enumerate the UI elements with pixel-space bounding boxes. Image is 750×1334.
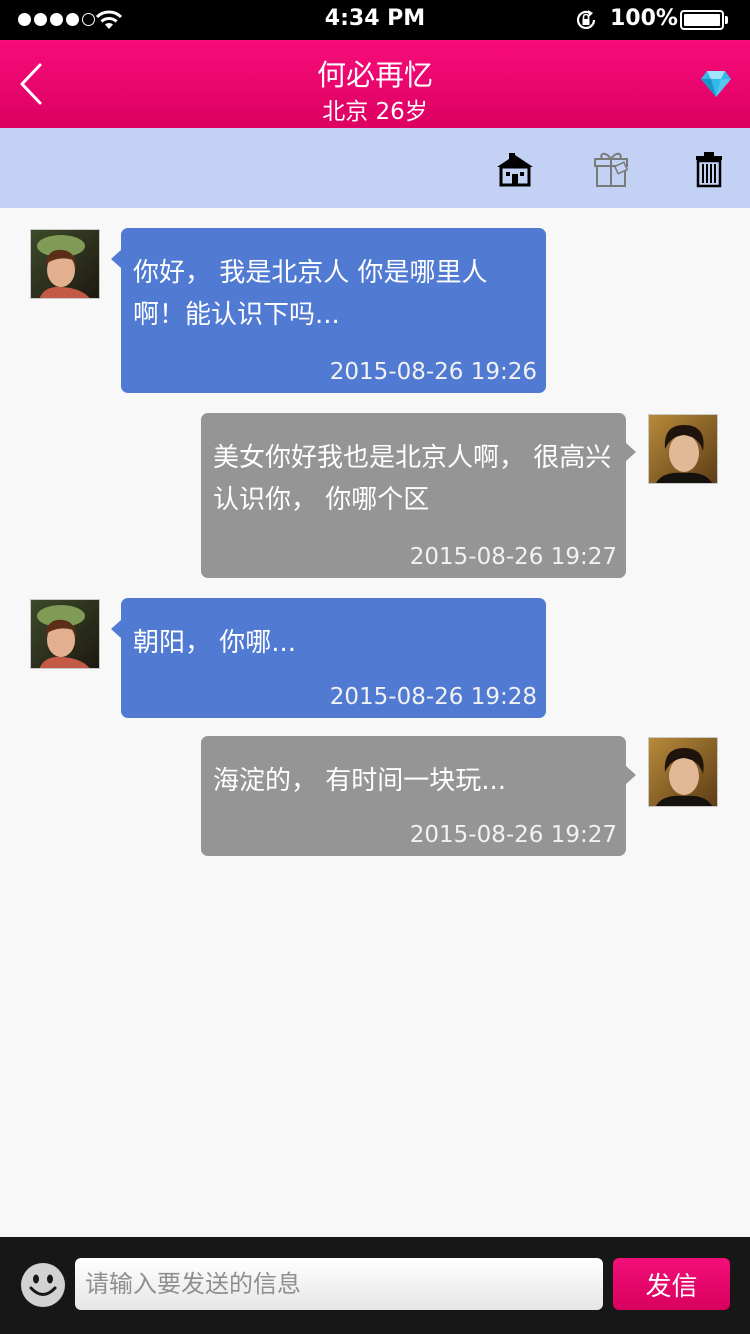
- message-input[interactable]: [75, 1258, 603, 1310]
- page-title: 何必再忆: [316, 58, 433, 92]
- diamond-icon[interactable]: [700, 70, 732, 98]
- smiley-icon[interactable]: [20, 1262, 66, 1308]
- message-bubble-outgoing: 美女你好我也是北京人啊， 很高兴认识你， 你哪个区 2015-08-26 19:…: [201, 413, 636, 578]
- message-input-bar: 发信: [0, 1237, 750, 1334]
- battery-percentage: 100%: [610, 6, 678, 31]
- message-timestamp: 2015-08-26 19:28: [329, 684, 537, 710]
- message-timestamp: 2015-08-26 19:26: [329, 359, 537, 385]
- nav-bar: 何必再忆 北京 26岁: [0, 40, 750, 128]
- message-text: 美女你好我也是北京人啊， 很高兴认识你， 你哪个区: [213, 443, 612, 515]
- user-avatar[interactable]: [648, 737, 718, 807]
- action-bar: [0, 128, 750, 208]
- message-timestamp: 2015-08-26 19:27: [409, 544, 617, 570]
- message-bubble-incoming: 你好， 我是北京人 你是哪里人啊！能认识下吗... 2015-08-26 19:…: [111, 228, 546, 393]
- contact-avatar[interactable]: [30, 599, 100, 669]
- house-icon[interactable]: [496, 150, 534, 188]
- message-timestamp: 2015-08-26 19:27: [409, 822, 617, 848]
- trash-icon[interactable]: [690, 150, 728, 188]
- status-bar: 4:34 PM 100%: [0, 0, 750, 40]
- message-bubble-incoming: 朝阳， 你哪... 2015-08-26 19:28: [111, 598, 546, 718]
- contact-avatar[interactable]: [30, 229, 100, 299]
- gift-icon[interactable]: [592, 150, 630, 188]
- message-bubble-outgoing: 海淀的， 有时间一块玩... 2015-08-26 19:27: [201, 736, 636, 856]
- user-avatar[interactable]: [648, 414, 718, 484]
- send-button[interactable]: 发信: [613, 1258, 730, 1310]
- message-text: 海淀的， 有时间一块玩...: [213, 766, 507, 796]
- message-text: 你好， 我是北京人 你是哪里人啊！能认识下吗...: [133, 258, 488, 330]
- page-subtitle: 北京 26岁: [322, 99, 428, 125]
- rotation-lock-icon: [576, 10, 596, 29]
- message-text: 朝阳， 你哪...: [133, 628, 297, 658]
- battery-icon: [680, 10, 724, 30]
